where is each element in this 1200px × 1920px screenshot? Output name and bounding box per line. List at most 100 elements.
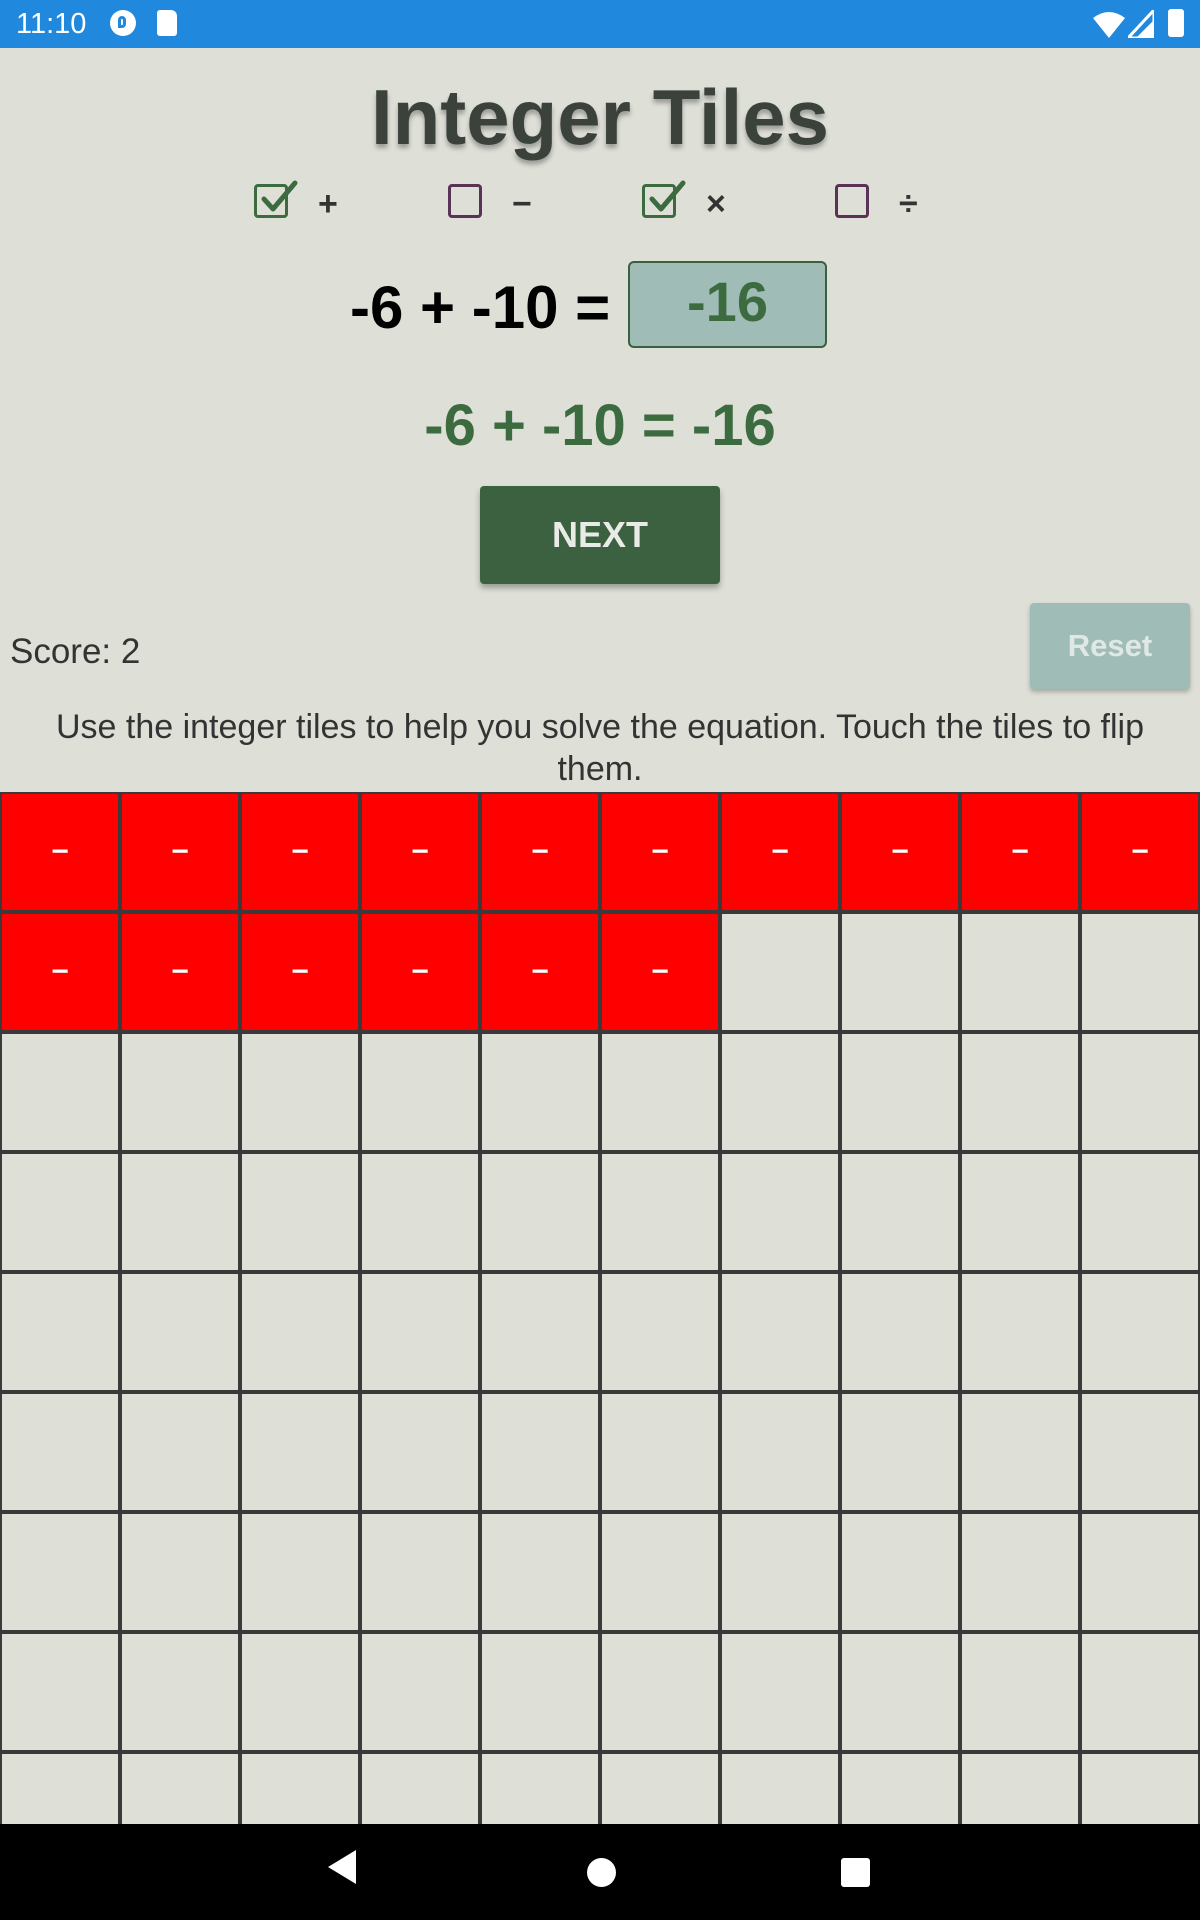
checkbox-checked-icon[interactable]	[254, 180, 298, 218]
empty-tile[interactable]	[960, 912, 1080, 1032]
answer-input[interactable]: -16	[628, 261, 827, 348]
empty-tile[interactable]	[1080, 1752, 1200, 1824]
empty-tile[interactable]	[720, 1392, 840, 1512]
empty-tile[interactable]	[480, 1512, 600, 1632]
empty-tile[interactable]	[120, 1392, 240, 1512]
negative-tile[interactable]: −	[0, 792, 120, 912]
empty-tile[interactable]	[360, 1032, 480, 1152]
empty-tile[interactable]	[600, 1152, 720, 1272]
empty-tile[interactable]	[720, 1272, 840, 1392]
negative-tile[interactable]: −	[240, 912, 360, 1032]
empty-tile[interactable]	[240, 1152, 360, 1272]
empty-tile[interactable]	[480, 1032, 600, 1152]
checkbox-checked-icon[interactable]	[642, 180, 686, 218]
empty-tile[interactable]	[360, 1752, 480, 1824]
empty-tile[interactable]	[600, 1752, 720, 1824]
empty-tile[interactable]	[960, 1032, 1080, 1152]
empty-tile[interactable]	[360, 1392, 480, 1512]
empty-tile[interactable]	[840, 1272, 960, 1392]
negative-tile[interactable]: −	[1080, 792, 1200, 912]
empty-tile[interactable]	[120, 1632, 240, 1752]
empty-tile[interactable]	[120, 1152, 240, 1272]
empty-tile[interactable]	[240, 1272, 360, 1392]
empty-tile[interactable]	[1080, 1272, 1200, 1392]
negative-tile[interactable]: −	[480, 912, 600, 1032]
empty-tile[interactable]	[240, 1752, 360, 1824]
empty-tile[interactable]	[600, 1392, 720, 1512]
empty-tile[interactable]	[0, 1392, 120, 1512]
empty-tile[interactable]	[600, 1632, 720, 1752]
empty-tile[interactable]	[480, 1152, 600, 1272]
negative-tile[interactable]: −	[0, 912, 120, 1032]
empty-tile[interactable]	[0, 1152, 120, 1272]
empty-tile[interactable]	[0, 1272, 120, 1392]
empty-tile[interactable]	[480, 1632, 600, 1752]
negative-tile[interactable]: −	[360, 792, 480, 912]
empty-tile[interactable]	[0, 1512, 120, 1632]
recents-icon[interactable]	[841, 1858, 870, 1887]
checkbox-unchecked-icon[interactable]	[448, 184, 482, 218]
empty-tile[interactable]	[240, 1512, 360, 1632]
empty-tile[interactable]	[0, 1032, 120, 1152]
empty-tile[interactable]	[1080, 912, 1200, 1032]
empty-tile[interactable]	[360, 1272, 480, 1392]
empty-tile[interactable]	[1080, 1152, 1200, 1272]
empty-tile[interactable]	[360, 1512, 480, 1632]
empty-tile[interactable]	[840, 1032, 960, 1152]
empty-tile[interactable]	[120, 1752, 240, 1824]
reset-button[interactable]: Reset	[1030, 603, 1190, 689]
empty-tile[interactable]	[480, 1392, 600, 1512]
empty-tile[interactable]	[840, 912, 960, 1032]
next-button[interactable]: NEXT	[480, 486, 720, 584]
negative-tile[interactable]: −	[120, 792, 240, 912]
negative-tile[interactable]: −	[240, 792, 360, 912]
empty-tile[interactable]	[720, 1632, 840, 1752]
empty-tile[interactable]	[600, 1032, 720, 1152]
empty-tile[interactable]	[240, 1032, 360, 1152]
home-icon[interactable]	[587, 1858, 616, 1887]
empty-tile[interactable]	[840, 1392, 960, 1512]
empty-tile[interactable]	[840, 1152, 960, 1272]
empty-tile[interactable]	[840, 1752, 960, 1824]
empty-tile[interactable]	[0, 1752, 120, 1824]
empty-tile[interactable]	[120, 1512, 240, 1632]
empty-tile[interactable]	[480, 1272, 600, 1392]
empty-tile[interactable]	[840, 1512, 960, 1632]
negative-tile[interactable]: −	[600, 912, 720, 1032]
checkbox-unchecked-icon[interactable]	[835, 184, 869, 218]
negative-tile[interactable]: −	[480, 792, 600, 912]
empty-tile[interactable]	[960, 1152, 1080, 1272]
empty-tile[interactable]	[960, 1392, 1080, 1512]
negative-tile[interactable]: −	[960, 792, 1080, 912]
empty-tile[interactable]	[1080, 1632, 1200, 1752]
empty-tile[interactable]	[720, 912, 840, 1032]
back-icon[interactable]	[328, 1850, 358, 1884]
empty-tile[interactable]	[960, 1272, 1080, 1392]
empty-tile[interactable]	[960, 1752, 1080, 1824]
empty-tile[interactable]	[720, 1032, 840, 1152]
empty-tile[interactable]	[960, 1632, 1080, 1752]
negative-tile[interactable]: −	[840, 792, 960, 912]
negative-tile[interactable]: −	[600, 792, 720, 912]
negative-tile[interactable]: −	[720, 792, 840, 912]
empty-tile[interactable]	[840, 1632, 960, 1752]
empty-tile[interactable]	[960, 1512, 1080, 1632]
empty-tile[interactable]	[360, 1632, 480, 1752]
empty-tile[interactable]	[1080, 1392, 1200, 1512]
empty-tile[interactable]	[720, 1752, 840, 1824]
empty-tile[interactable]	[1080, 1512, 1200, 1632]
empty-tile[interactable]	[240, 1392, 360, 1512]
negative-tile[interactable]: −	[360, 912, 480, 1032]
empty-tile[interactable]	[600, 1272, 720, 1392]
empty-tile[interactable]	[360, 1152, 480, 1272]
negative-tile[interactable]: −	[120, 912, 240, 1032]
empty-tile[interactable]	[600, 1512, 720, 1632]
empty-tile[interactable]	[480, 1752, 600, 1824]
empty-tile[interactable]	[720, 1152, 840, 1272]
empty-tile[interactable]	[120, 1272, 240, 1392]
empty-tile[interactable]	[120, 1032, 240, 1152]
empty-tile[interactable]	[240, 1632, 360, 1752]
empty-tile[interactable]	[1080, 1032, 1200, 1152]
empty-tile[interactable]	[720, 1512, 840, 1632]
empty-tile[interactable]	[0, 1632, 120, 1752]
